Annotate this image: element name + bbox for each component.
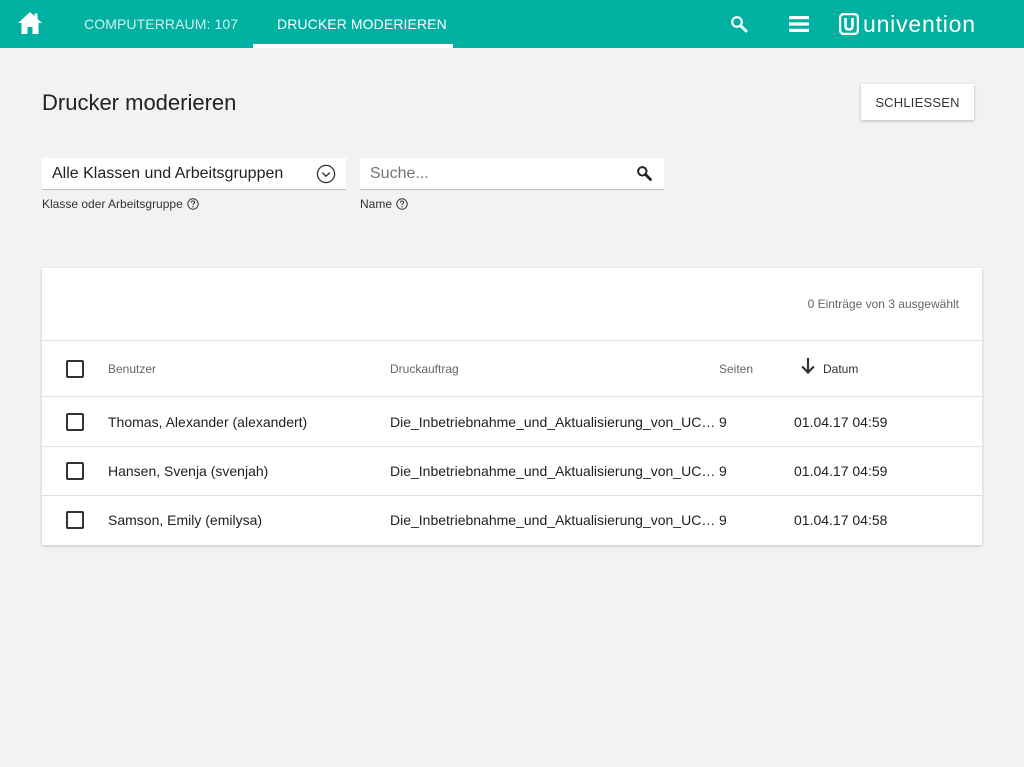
- cell-pages: 9: [719, 512, 727, 528]
- column-header-job[interactable]: Druckauftrag: [390, 362, 459, 376]
- close-button[interactable]: SCHLIESSEN: [861, 84, 974, 120]
- arrow-down-icon[interactable]: [800, 357, 816, 375]
- cell-date: 01.04.17 04:59: [794, 463, 888, 479]
- name-search-field: [360, 158, 664, 190]
- class-select[interactable]: Alle Klassen und Arbeitsgruppen: [42, 158, 346, 190]
- row-checkbox[interactable]: [66, 462, 84, 480]
- search-icon[interactable]: [730, 15, 748, 33]
- cell-pages: 9: [719, 414, 727, 430]
- cell-job: Die_Inbetriebnahme_und_Aktualisierung_vo…: [390, 512, 716, 528]
- page-title: Drucker moderieren: [42, 90, 237, 115]
- name-search-label: Name: [360, 197, 408, 211]
- univention-logo[interactable]: univention: [839, 12, 976, 36]
- select-all-checkbox[interactable]: [66, 360, 84, 378]
- help-icon[interactable]: [396, 198, 408, 210]
- name-search-input[interactable]: [370, 164, 630, 184]
- logo-text: univention: [863, 11, 976, 37]
- class-select-label-text: Klasse oder Arbeitsgruppe: [42, 197, 183, 211]
- tab-drucker-moderieren[interactable]: DRUCKER MODERIEREN: [277, 0, 447, 48]
- column-header-date[interactable]: Datum: [823, 362, 858, 376]
- table-row[interactable]: Hansen, Svenja (svenjah) Die_Inbetriebna…: [42, 447, 982, 496]
- table-row[interactable]: Samson, Emily (emilysa) Die_Inbetriebnah…: [42, 496, 982, 545]
- name-search-label-text: Name: [360, 197, 393, 211]
- row-checkbox[interactable]: [66, 511, 84, 529]
- row-checkbox[interactable]: [66, 413, 84, 431]
- home-icon[interactable]: [17, 11, 43, 35]
- class-select-value: Alle Klassen und Arbeitsgruppen: [52, 165, 284, 182]
- class-select-label: Klasse oder Arbeitsgruppe: [42, 197, 199, 211]
- cell-date: 01.04.17 04:58: [794, 512, 888, 528]
- grid-header: Benutzer Druckauftrag Seiten Datum: [42, 340, 982, 397]
- column-header-pages[interactable]: Seiten: [719, 362, 753, 376]
- active-tab-indicator: [253, 44, 453, 48]
- column-header-user[interactable]: Benutzer: [108, 362, 156, 376]
- hamburger-menu-icon[interactable]: [788, 14, 810, 34]
- cell-user: Hansen, Svenja (svenjah): [108, 463, 269, 479]
- top-bar: COMPUTERRAUM: 107 DRUCKER MODERIEREN uni…: [0, 0, 1024, 48]
- cell-job: Die_Inbetriebnahme_und_Aktualisierung_vo…: [390, 463, 716, 479]
- help-icon[interactable]: [187, 198, 199, 210]
- print-jobs-grid: 0 Einträge von 3 ausgewählt Benutzer Dru…: [42, 268, 982, 545]
- univention-logo-icon: [839, 13, 859, 35]
- cell-user: Thomas, Alexander (alexandert): [108, 414, 308, 430]
- table-row[interactable]: Thomas, Alexander (alexandert) Die_Inbet…: [42, 398, 982, 447]
- cell-date: 01.04.17 04:59: [794, 414, 888, 430]
- tab-computerraum[interactable]: COMPUTERRAUM: 107: [84, 0, 238, 48]
- cell-job: Die_Inbetriebnahme_und_Aktualisierung_vo…: [390, 414, 716, 430]
- chevron-down-icon: [316, 164, 336, 184]
- cell-pages: 9: [719, 463, 727, 479]
- search-icon[interactable]: [636, 165, 652, 181]
- selection-status: 0 Einträge von 3 ausgewählt: [807, 297, 959, 311]
- cell-user: Samson, Emily (emilysa): [108, 512, 263, 528]
